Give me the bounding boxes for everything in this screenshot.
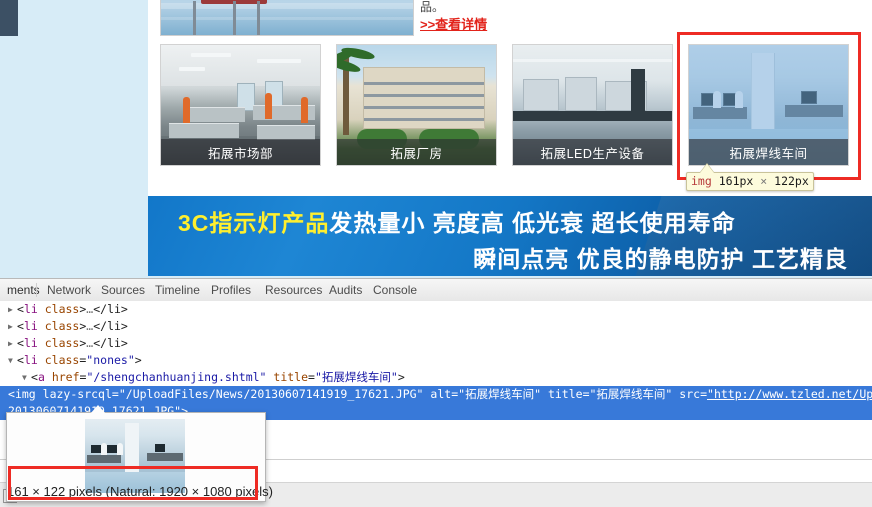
dom-node-li-collapsed-2[interactable]: ▶ <li class>…</li> bbox=[0, 318, 872, 335]
banner-line-2: 瞬间点亮 优良的静电防护 工艺精良 bbox=[473, 246, 848, 272]
dom-tag-name: li bbox=[23, 353, 38, 367]
dom-attr-name: class bbox=[44, 302, 80, 316]
dom-attr-name-title: title bbox=[547, 387, 583, 401]
banner-line-1-text: 发热量小 亮度高 低光衰 超长使用寿命 bbox=[329, 210, 736, 236]
annotation-rectangle-selected-image bbox=[677, 32, 861, 180]
badge-separator: × bbox=[760, 174, 768, 188]
dom-close-tag: </li> bbox=[93, 336, 128, 350]
dom-attr-value-src[interactable]: "http://www.tzled.net/Up bbox=[707, 387, 872, 401]
tab-network[interactable]: Network bbox=[38, 279, 100, 301]
dom-node-li-collapsed-3[interactable]: ▶ <li class>…</li> bbox=[0, 335, 872, 352]
dom-attr-value-lazy-srcql: "/UploadFiles/News/20130607141919_17621.… bbox=[118, 387, 424, 401]
tab-sources[interactable]: Sources bbox=[92, 279, 154, 301]
dom-node-li-collapsed-1[interactable]: ▶ <li class>…</li> bbox=[0, 301, 872, 318]
disclosure-triangle-icon[interactable]: ▼ bbox=[22, 369, 31, 386]
dom-attr-name: class bbox=[44, 353, 80, 367]
dom-close-tag: </li> bbox=[93, 302, 128, 316]
dom-tag-name: li bbox=[23, 336, 38, 350]
dom-close-tag: </li> bbox=[93, 319, 128, 333]
badge-width: 161px bbox=[718, 174, 754, 188]
dom-attr-value-title: "拓展焊线车间" bbox=[589, 387, 673, 401]
hover-tooltip-arrow bbox=[90, 405, 106, 414]
dom-tag-name: li bbox=[23, 302, 38, 316]
inspector-size-badge: img 161px × 122px bbox=[686, 172, 814, 191]
dom-attr-name-alt: alt bbox=[430, 387, 452, 401]
thumbnail-factory-building[interactable]: 拓展厂房 bbox=[336, 44, 497, 166]
badge-tag-name: img bbox=[691, 174, 712, 188]
thumbnail-caption: 拓展市场部 bbox=[161, 139, 320, 165]
thumbnail-market-department[interactable]: 拓展市场部 bbox=[160, 44, 321, 166]
web-page-area: 品。 >>查看详情 拓展市场部 拓展厂房 拓展LED生产设备 拓展焊线车间 im… bbox=[0, 0, 872, 278]
dom-attr-value-alt: "拓展焊线车间" bbox=[458, 387, 541, 401]
top-cropped-photo bbox=[160, 0, 414, 36]
dom-attr-name: class bbox=[44, 319, 80, 333]
tab-profiles[interactable]: Profiles bbox=[202, 279, 260, 301]
disclosure-triangle-icon[interactable]: ▼ bbox=[8, 352, 17, 369]
tab-timeline[interactable]: Timeline bbox=[146, 279, 209, 301]
banner-highlight-text: 3C指示灯产品 bbox=[178, 210, 330, 236]
view-detail-link[interactable]: >>查看详情 bbox=[420, 14, 487, 33]
dom-node-li-nones-open[interactable]: ▼ <li class="nones"> bbox=[0, 352, 872, 369]
dom-attr-value-title: "拓展焊线车间" bbox=[314, 370, 398, 384]
badge-height: 122px bbox=[774, 174, 809, 188]
promo-banner: 3C指示灯产品发热量小 亮度高 低光衰 超长使用寿命 瞬间点亮 优良的静电防护 … bbox=[148, 196, 872, 276]
disclosure-triangle-icon[interactable]: ▶ bbox=[8, 335, 17, 352]
disclosure-triangle-icon[interactable]: ▶ bbox=[8, 301, 17, 318]
annotation-rectangle-tooltip bbox=[8, 466, 258, 500]
disclosure-triangle-icon[interactable]: ▶ bbox=[8, 318, 17, 335]
tab-console[interactable]: Console bbox=[364, 279, 426, 301]
dom-tag-name: a bbox=[37, 370, 45, 384]
dom-attr-name-lazy-srcql: lazy-srcql bbox=[42, 387, 112, 401]
dom-tag-name: li bbox=[23, 319, 38, 333]
thumbnail-caption: 拓展LED生产设备 bbox=[513, 139, 672, 165]
dom-attr-value-href: "/shengchanhuanjing.shtml" bbox=[86, 370, 267, 384]
thumbnail-led-production-equipment[interactable]: 拓展LED生产设备 bbox=[512, 44, 673, 166]
dom-attr-name: class bbox=[44, 336, 80, 350]
dom-node-img-selected[interactable]: <img lazy-srcql="/UploadFiles/News/20130… bbox=[0, 386, 872, 403]
dom-node-anchor-open[interactable]: ▼ <a href="/shengchanhuanjing.shtml" titl… bbox=[0, 369, 872, 386]
dom-attr-name-title: title bbox=[273, 370, 309, 384]
top-paragraph-text: 品。 bbox=[420, 0, 445, 14]
dom-attr-value: "nones" bbox=[86, 353, 135, 367]
dom-attr-name-href: href bbox=[51, 370, 80, 384]
devtools-tab-bar: ments Network Sources Timeline Profiles … bbox=[0, 279, 872, 302]
thumbnail-caption: 拓展厂房 bbox=[337, 139, 496, 165]
inspector-badge-arrow bbox=[700, 164, 714, 173]
banner-line-1: 3C指示灯产品发热量小 亮度高 低光衰 超长使用寿命 bbox=[178, 204, 736, 238]
page-left-rail bbox=[0, 0, 18, 36]
dom-attr-name-src: src bbox=[679, 387, 701, 401]
dom-tag-name: img bbox=[14, 387, 36, 401]
